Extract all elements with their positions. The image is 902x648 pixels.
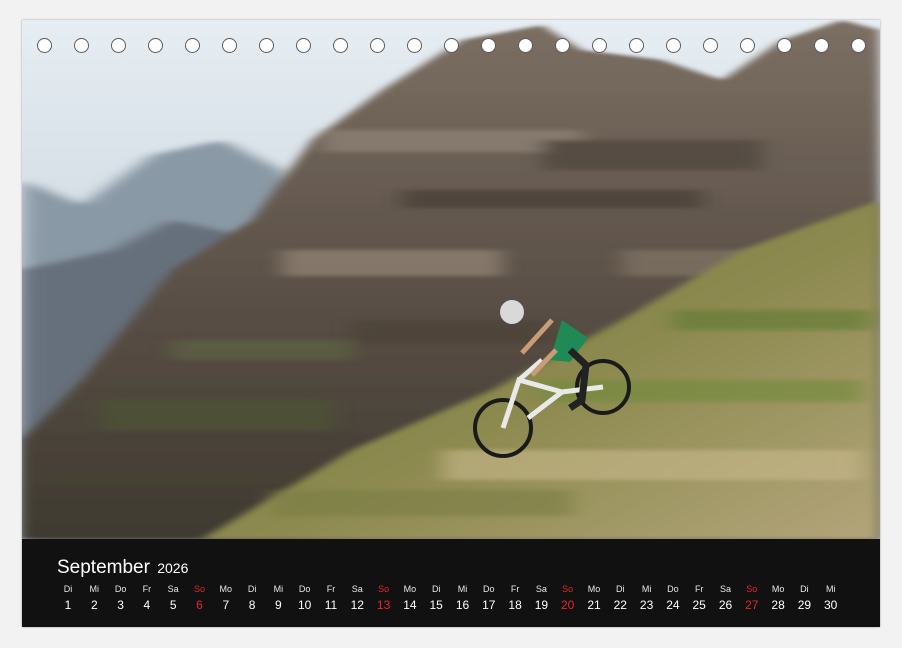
day-number: 16 xyxy=(455,598,470,612)
binding-hole xyxy=(333,38,348,53)
day-number: 17 xyxy=(482,598,496,612)
day-number: 9 xyxy=(275,598,282,612)
day-number: 10 xyxy=(298,598,312,612)
weekday-label: Mi xyxy=(825,584,836,594)
day-number: 14 xyxy=(403,598,417,612)
day-number: 20 xyxy=(561,598,575,612)
weekday-label: Do xyxy=(667,584,679,594)
binding-hole xyxy=(703,38,718,53)
weekday-label: Sa xyxy=(535,584,547,594)
binding-hole xyxy=(185,38,200,53)
day-number: 27 xyxy=(745,598,759,612)
binding-hole xyxy=(481,38,496,53)
year-label: 2026 xyxy=(157,560,189,576)
binding-hole xyxy=(740,38,755,53)
weekday-label: Di xyxy=(431,584,441,594)
day-number: 19 xyxy=(534,598,549,612)
binding-hole xyxy=(444,38,459,53)
weekday-label: Fr xyxy=(326,584,336,594)
day-number: 18 xyxy=(508,598,522,612)
day-number: 8 xyxy=(248,598,256,612)
mountain-bike-photo xyxy=(22,20,880,539)
day-number: 11 xyxy=(324,598,338,612)
day-number: 12 xyxy=(350,598,364,612)
weekday-label: Di xyxy=(247,584,257,594)
binding-hole xyxy=(259,38,274,53)
day-number: 23 xyxy=(639,598,654,612)
binding-hole xyxy=(111,38,126,53)
month-name: September xyxy=(57,557,150,578)
weekday-label: Mo xyxy=(771,584,785,594)
weekday-label: Mo xyxy=(587,584,601,594)
binding-hole xyxy=(666,38,681,53)
binding-hole xyxy=(74,38,89,53)
binding-hole xyxy=(592,38,607,53)
weekday-label: Do xyxy=(483,584,495,594)
weekday-label: So xyxy=(193,584,205,594)
binding-hole xyxy=(629,38,644,53)
day-row: Di 1 Mi 2 Do 3 Fr 4 Sa 5 So 6 Mo 7 Di 8 Mi 9 Do 10 Fr 11 Sa 12 S… xyxy=(22,583,880,623)
weekday-label: Di xyxy=(800,584,809,594)
day-number: 1 xyxy=(64,598,72,612)
day-number: 22 xyxy=(613,598,627,612)
day-number: 3 xyxy=(117,598,124,612)
weekday-label: So xyxy=(562,584,574,594)
weekday-label: Sa xyxy=(351,584,363,594)
weekday-label: Mi xyxy=(273,584,284,594)
day-number: 7 xyxy=(222,598,230,612)
weekday-label: Do xyxy=(298,584,311,594)
binding-hole xyxy=(148,38,163,53)
binding-hole xyxy=(370,38,385,53)
binding-holes xyxy=(22,38,880,58)
weekday-label: Do xyxy=(114,584,127,594)
month-title: September 2026 xyxy=(57,558,188,578)
weekday-label: Mi xyxy=(89,584,100,594)
day-number: 6 xyxy=(196,598,203,612)
day-number: 26 xyxy=(718,598,733,612)
calendar-band: September 2026 Di 1 Mi 2 Do 3 Fr 4 Sa 5 So 6 Mo 7 Di 8 M… xyxy=(22,539,880,627)
day-number: 5 xyxy=(169,598,177,612)
calendar-page: September 2026 Di 1 Mi 2 Do 3 Fr 4 Sa 5 So 6 Mo 7 Di 8 M… xyxy=(22,20,880,627)
weekday-label: Mo xyxy=(403,584,417,594)
binding-hole xyxy=(37,38,52,53)
weekday-label: Mi xyxy=(641,584,652,594)
day-number: 24 xyxy=(666,598,680,612)
day-number: 30 xyxy=(824,598,838,612)
day-number: 21 xyxy=(587,598,601,612)
binding-hole xyxy=(296,38,311,53)
binding-hole xyxy=(851,38,866,53)
weekday-label: Di xyxy=(63,584,73,594)
weekday-label: Di xyxy=(616,584,625,594)
weekday-label: Sa xyxy=(167,584,179,594)
binding-hole xyxy=(555,38,570,53)
day-number: 2 xyxy=(90,598,98,612)
weekday-label: So xyxy=(378,584,390,594)
weekday-label: Fr xyxy=(510,584,520,594)
weekday-label: Sa xyxy=(719,584,731,594)
day-number: 4 xyxy=(143,598,151,612)
binding-hole xyxy=(518,38,533,53)
binding-hole xyxy=(777,38,792,53)
day-number: 25 xyxy=(692,598,706,612)
weekday-label: Fr xyxy=(694,584,704,594)
binding-hole xyxy=(407,38,422,53)
weekday-label: Mo xyxy=(219,584,233,594)
weekday-label: So xyxy=(746,584,758,594)
weekday-label: Mi xyxy=(457,584,468,594)
day-number: 29 xyxy=(797,598,812,612)
day-number: 15 xyxy=(429,598,443,612)
binding-hole xyxy=(222,38,237,53)
day-number: 28 xyxy=(771,598,785,612)
day-number: 13 xyxy=(376,598,391,612)
binding-hole xyxy=(814,38,829,53)
weekday-label: Fr xyxy=(142,584,152,594)
